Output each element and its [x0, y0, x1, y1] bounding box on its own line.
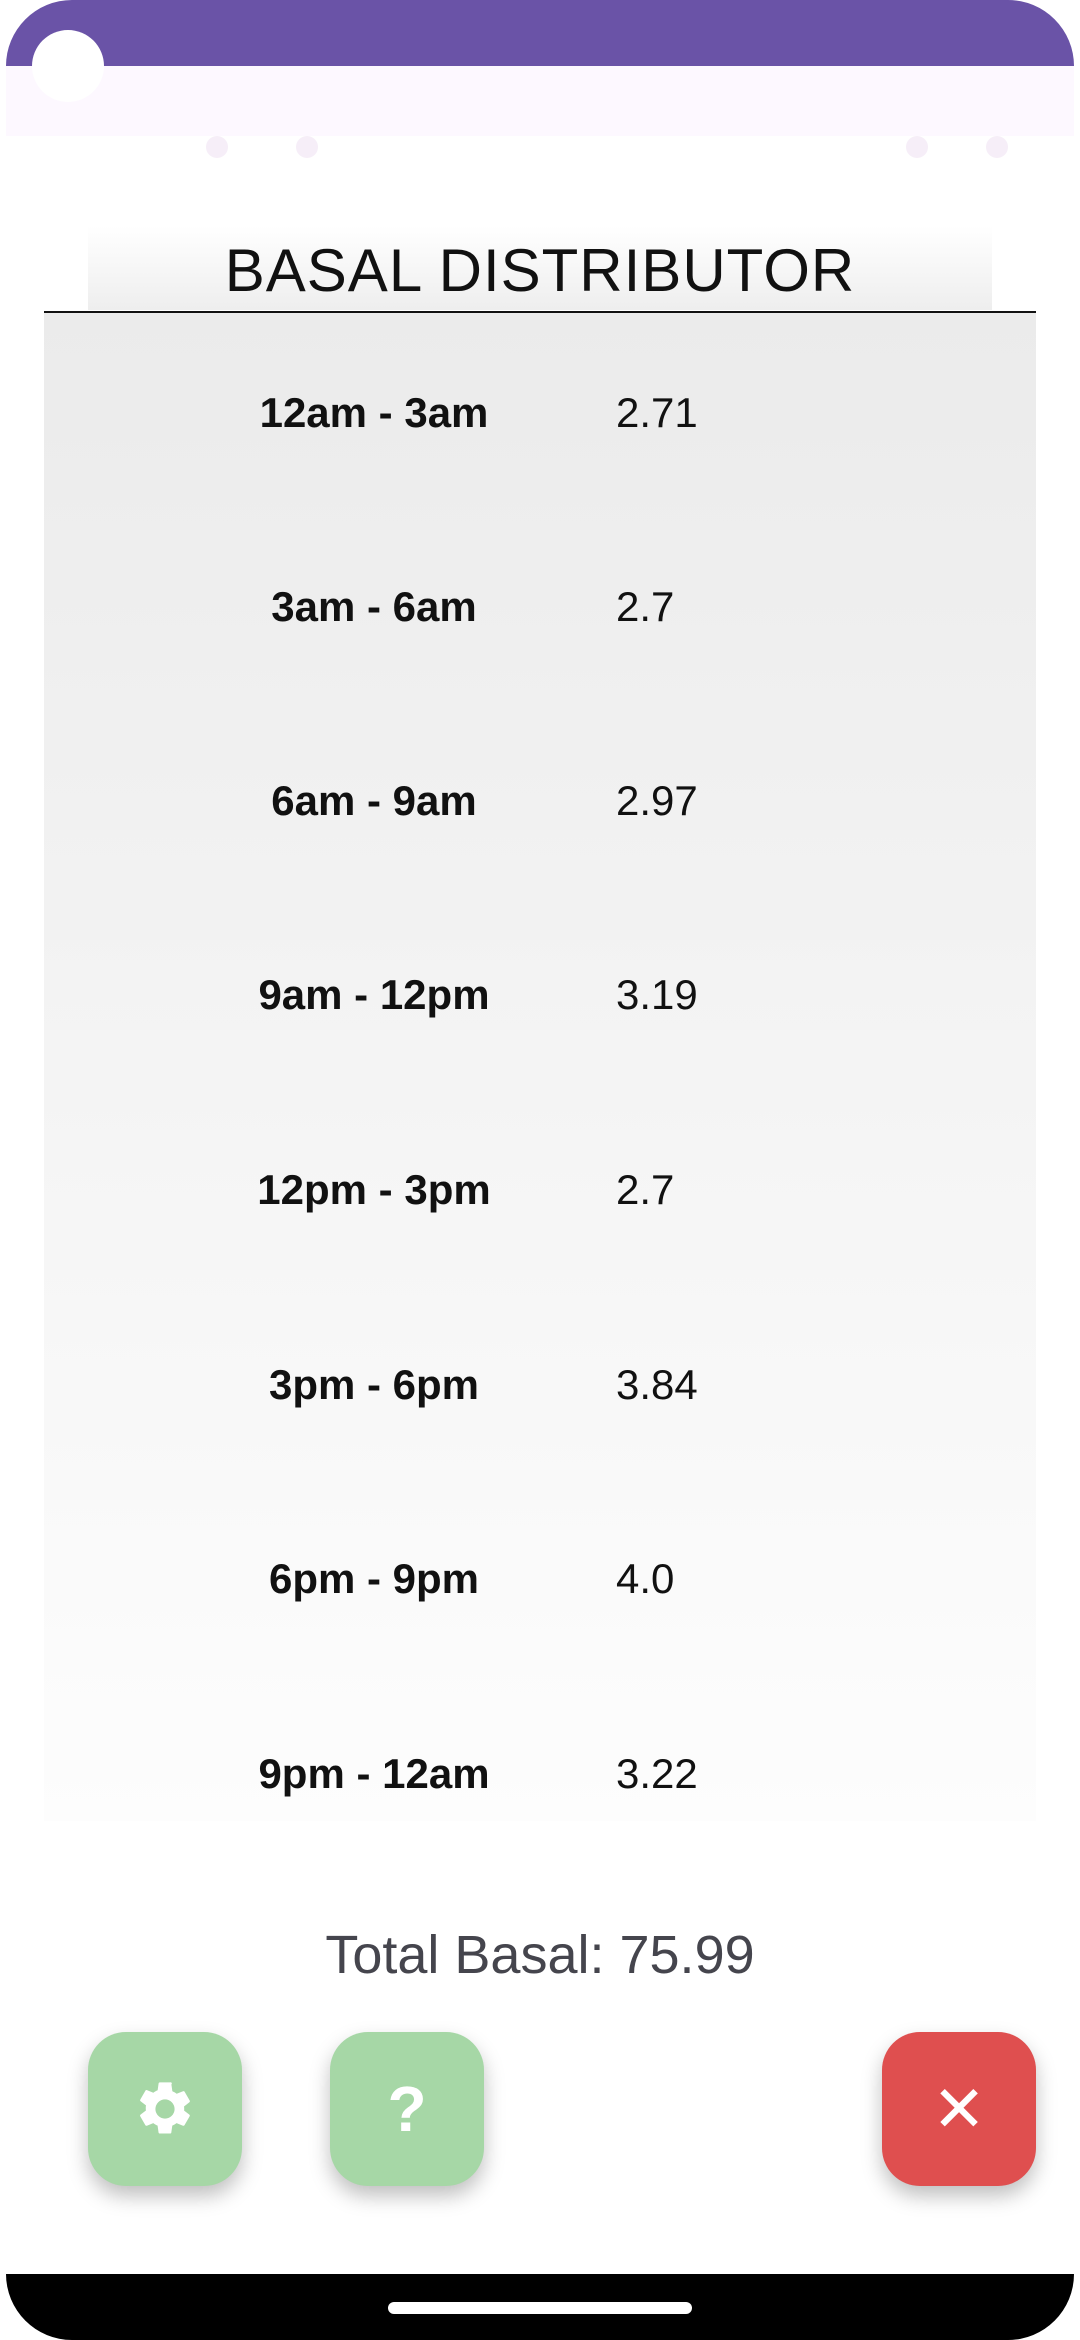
title-bar: BASAL DISTRIBUTOR	[88, 226, 992, 310]
basal-value: 3.19	[616, 971, 698, 1018]
gear-icon	[140, 2082, 190, 2134]
basal-row: 6pm - 9pm 4.0	[44, 1529, 1036, 1629]
basal-row: 3am - 6am 2.7	[44, 557, 1036, 657]
time-range-label: 9am - 12pm	[258, 971, 490, 1018]
time-range-label: 3am - 6am	[271, 583, 477, 630]
basal-table: 12am - 3am 2.71 3am - 6am 2.7 6am - 9am …	[44, 313, 1036, 1821]
basal-value: 2.7	[616, 583, 675, 630]
status-indicator-icon	[986, 136, 1008, 158]
time-range-label: 9pm - 12am	[258, 1750, 490, 1797]
settings-button[interactable]	[88, 2032, 242, 2186]
total-basal: Total Basal: 75.99	[325, 1925, 755, 1985]
basal-value: 3.84	[616, 1361, 698, 1408]
app-top-bar	[6, 0, 1074, 66]
basal-row: 6am - 9am 2.97	[44, 751, 1036, 851]
status-indicator-icon	[906, 136, 928, 158]
close-button[interactable]: ✕	[882, 2032, 1036, 2186]
basal-value: 3.22	[616, 1750, 698, 1797]
basal-value: 2.7	[616, 1166, 675, 1213]
basal-row: 12am - 3am 2.71	[44, 363, 1036, 463]
close-icon: ✕	[932, 2073, 986, 2145]
basal-value: 4.0	[616, 1555, 675, 1602]
time-range-label: 12am - 3am	[259, 389, 489, 436]
status-indicator-icon	[296, 136, 318, 158]
basal-row: 9am - 12pm 3.19	[44, 945, 1036, 1045]
status-indicator-icon	[206, 136, 228, 158]
basal-row: 12pm - 3pm 2.7	[44, 1140, 1036, 1240]
time-range-label: 12pm - 3pm	[257, 1166, 491, 1213]
status-bar	[6, 66, 1074, 158]
time-range-label: 6am - 9am	[271, 777, 477, 824]
question-icon: ?	[387, 2073, 427, 2145]
basal-row: 9pm - 12am 3.22	[44, 1724, 1036, 1824]
page-title: BASAL DISTRIBUTOR	[224, 237, 856, 304]
basal-value: 2.97	[616, 777, 698, 824]
basal-value: 2.71	[616, 389, 698, 436]
camera-cutout	[32, 30, 104, 102]
home-gesture-handle[interactable]	[388, 2302, 692, 2314]
time-range-label: 6pm - 9pm	[268, 1555, 480, 1602]
time-range-label: 3pm - 6pm	[268, 1361, 480, 1408]
help-button[interactable]: ?	[330, 2032, 484, 2186]
basal-row: 3pm - 6pm 3.84	[44, 1335, 1036, 1435]
app-screen: BASAL DISTRIBUTOR 12am - 3am 2.71 3am - …	[0, 0, 1080, 2340]
